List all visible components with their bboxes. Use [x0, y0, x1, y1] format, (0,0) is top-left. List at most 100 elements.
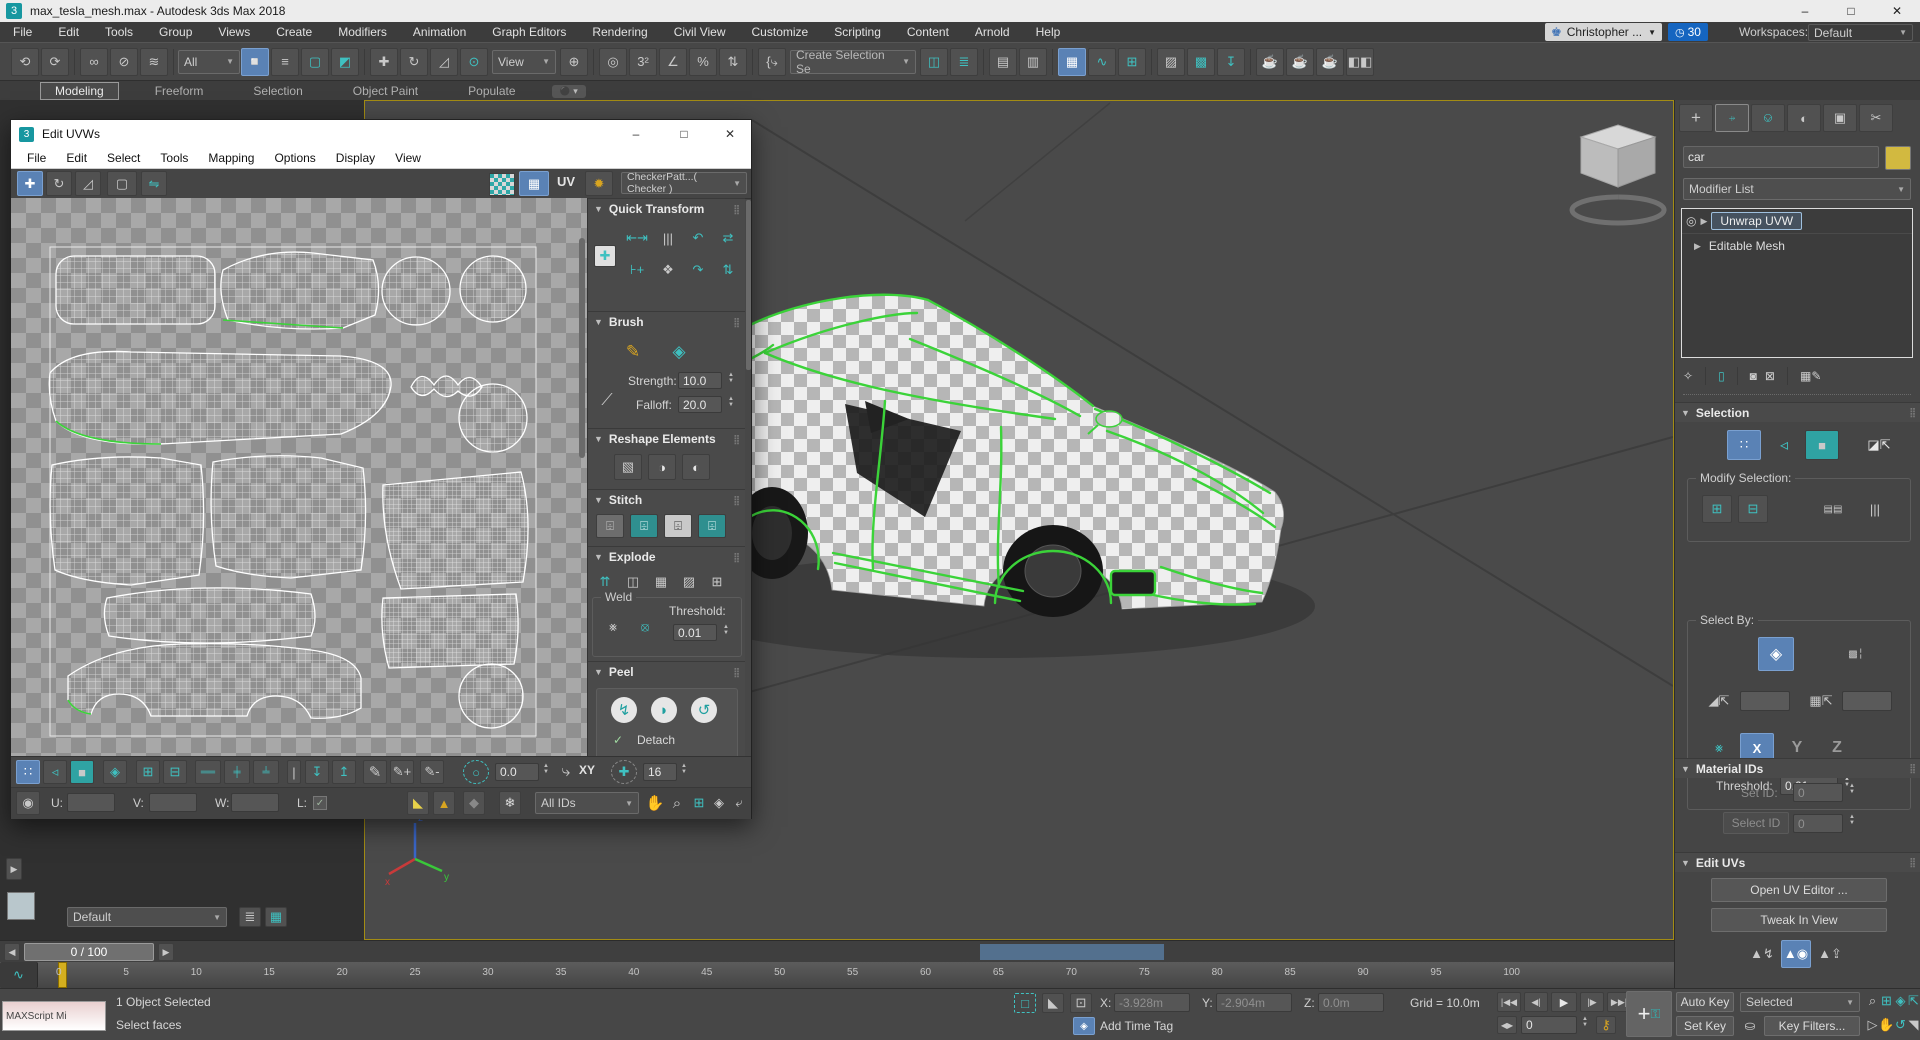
select-move-icon[interactable]: ✚ [370, 48, 398, 76]
rect-selection-region-icon[interactable]: ▢ [301, 48, 329, 76]
relax-brush-icon[interactable]: ◈ [664, 338, 694, 366]
detach-checkbox[interactable]: ✓ [613, 733, 623, 747]
select-scale-icon[interactable]: ◿ [430, 48, 458, 76]
filter-selected-faces-icon[interactable]: ▲ [433, 791, 455, 815]
menu-item[interactable]: Create [263, 25, 325, 39]
uv-scale-icon[interactable]: ◿ [75, 171, 101, 196]
stitch-source-icon[interactable]: ⌹ [630, 514, 658, 538]
edit-uvs-rollout-header[interactable]: ▼Edit UVs⣿ [1675, 852, 1920, 872]
ribbon-tab-selection[interactable]: Selection [239, 83, 316, 99]
selection-filter-dropdown[interactable]: All▼ [178, 50, 240, 74]
rectangularize-icon[interactable]: ◐ [682, 454, 710, 480]
make-unique-icon[interactable]: ◙ [1750, 369, 1757, 383]
maximize-button[interactable]: □ [1828, 0, 1874, 22]
xy-space-button[interactable]: XY [579, 763, 595, 777]
uv-island-mesh-part[interactable] [382, 594, 518, 668]
paint-select-add-icon[interactable]: ✎+ [390, 760, 414, 784]
render-setup-icon[interactable]: ▩ [1187, 48, 1215, 76]
zoom-viewport-icon[interactable]: ⌕ [1866, 992, 1879, 1010]
selection-lock-icon[interactable]: ◣ [1042, 993, 1064, 1013]
render-production-icon[interactable]: ☕ [1256, 48, 1284, 76]
brush-falloff-type-icon[interactable]: ⟋ [594, 388, 620, 414]
next-key-icon[interactable]: |▶ [1580, 992, 1604, 1012]
quick-planar-map-icon[interactable]: ▲↯ [1747, 940, 1777, 968]
schematic-view-icon[interactable]: ⊞ [1118, 48, 1146, 76]
add-time-tag[interactable]: Add Time Tag [1100, 1019, 1173, 1033]
show-end-result-icon[interactable]: ▯ [1718, 369, 1725, 383]
uv-island-windshield[interactable] [104, 588, 315, 643]
flatten-by-polygon-icon[interactable]: ▦ [648, 570, 674, 594]
z-coordinate-field[interactable]: 0.0m [1318, 993, 1384, 1012]
planar-angle-icon[interactable]: ▩╎ [1838, 637, 1874, 671]
prev-key-icon[interactable]: ◀| [1524, 992, 1548, 1012]
selection-set-combo[interactable]: Create Selection Se▼ [790, 50, 916, 74]
render-online-icon[interactable]: ☕ [1316, 48, 1344, 76]
falloff-curve-icon[interactable]: ⤷ [555, 760, 577, 784]
material-ids-rollout-header[interactable]: ▼Material IDs⣿ [1675, 758, 1920, 778]
rotate-cw-icon[interactable]: ↷ [686, 259, 710, 281]
maxscript-mini-listener[interactable]: MAXScript Mi [2, 1001, 106, 1031]
window-crossing-icon[interactable]: ◩ [331, 48, 359, 76]
scene-explorer-toggle-icon[interactable]: ▤ [989, 48, 1017, 76]
weld-selected-icon[interactable]: ⦻ [631, 614, 659, 640]
grid-display-icon[interactable]: ▦ [265, 907, 287, 927]
reshape-elements-header[interactable]: ▼Reshape Elements⣿ [588, 428, 745, 449]
hide-selected-icon[interactable]: ◆ [463, 791, 485, 815]
pan-view-icon[interactable]: ✋ [1880, 1016, 1893, 1034]
track-bar[interactable]: ∿ 05101520253035404550556065707580859095… [0, 962, 1674, 988]
select-by-name-icon[interactable]: ≡ [271, 48, 299, 76]
uv-island-door-panel[interactable] [211, 456, 365, 578]
v-field[interactable] [149, 793, 197, 812]
vertex-subobject-icon[interactable]: ∷ [1727, 430, 1761, 460]
absolute-offset-icon[interactable]: ◉ [16, 791, 40, 815]
uv-island-grille[interactable] [383, 472, 528, 589]
grow-selection-icon[interactable]: ⊞ [1702, 495, 1732, 523]
menu-item[interactable]: Views [205, 25, 263, 39]
curve-editor-icon[interactable]: ∿ [1088, 48, 1116, 76]
convert-seams-icon[interactable]: ▲⇪ [1815, 940, 1845, 968]
soft-selection-spinner[interactable]: ▲▼ [543, 763, 549, 775]
open-uv-editor-button[interactable]: Open UV Editor ... [1711, 878, 1887, 902]
menu-item[interactable]: Scripting [821, 25, 894, 39]
frame-spinner[interactable]: ▲▼ [1582, 1016, 1588, 1028]
edge-ring-icon[interactable]: ╪ [224, 760, 250, 784]
weld-threshold-spinner[interactable]: ▲▼ [723, 624, 729, 636]
flatten-by-material-icon[interactable]: ▨ [676, 570, 702, 594]
key-mode-icon[interactable]: ⚷ [1596, 1016, 1616, 1034]
set-key-button[interactable]: Set Key [1676, 1016, 1734, 1036]
uv-freeform-icon[interactable]: ▢ [107, 171, 137, 196]
unlink-icon[interactable]: ⊘ [110, 48, 138, 76]
ribbon-tab-populate[interactable]: Populate [454, 83, 529, 99]
dialog-menu-item[interactable]: Display [326, 151, 385, 165]
pan-icon[interactable]: ✋ [645, 791, 665, 815]
redo-icon[interactable]: ⟳ [41, 48, 69, 76]
menu-item[interactable]: File [0, 25, 45, 39]
edge-loop-icon[interactable]: ══ [195, 760, 221, 784]
select-object-icon[interactable]: ◽ [241, 48, 269, 76]
motion-tab-icon[interactable]: ◐ [1787, 104, 1821, 132]
dialog-menu-item[interactable]: Edit [56, 151, 97, 165]
uv-mirror-icon[interactable]: ⇋ [141, 171, 167, 196]
mirror-icon[interactable]: ◫ [920, 48, 948, 76]
select-element-icon[interactable]: ◪⇱ [1861, 430, 1897, 460]
edge-distance-icon[interactable]: ✚ [611, 760, 637, 784]
strength-field[interactable]: 10.0 [678, 372, 722, 389]
zoom-region-nav-icon[interactable]: ⇱ [1907, 992, 1920, 1010]
isolate-toggle-icon[interactable]: □ [1014, 993, 1036, 1013]
select-by-matid-icon[interactable]: ▦⇱ [1806, 687, 1836, 715]
select-id-field[interactable]: 0 [1793, 814, 1843, 833]
dialog-minimize-icon[interactable]: – [619, 120, 653, 148]
lock-aspect-checkbox[interactable]: ✓ [313, 796, 327, 810]
utilities-tab-icon[interactable]: ✂ [1859, 104, 1893, 132]
relax-element-icon[interactable]: ▧ [614, 454, 642, 480]
falloff-field[interactable]: 20.0 [678, 396, 722, 413]
pin-stack-icon[interactable]: ✧ [1683, 369, 1693, 383]
prev-frame-icon[interactable]: ◀ [4, 943, 20, 961]
straighten-element-icon[interactable]: ◑ [648, 454, 676, 480]
paint-move-brush-icon[interactable]: ✎ [618, 338, 648, 366]
stitch-header[interactable]: ▼Stitch⣿ [588, 489, 745, 510]
ribbon-tab-freeform[interactable]: Freeform [141, 83, 218, 99]
configure-modifier-sets-icon[interactable]: ▦✎ [1800, 369, 1821, 383]
dialog-menu-item[interactable]: Select [97, 151, 150, 165]
object-name-field[interactable]: car [1683, 146, 1879, 168]
